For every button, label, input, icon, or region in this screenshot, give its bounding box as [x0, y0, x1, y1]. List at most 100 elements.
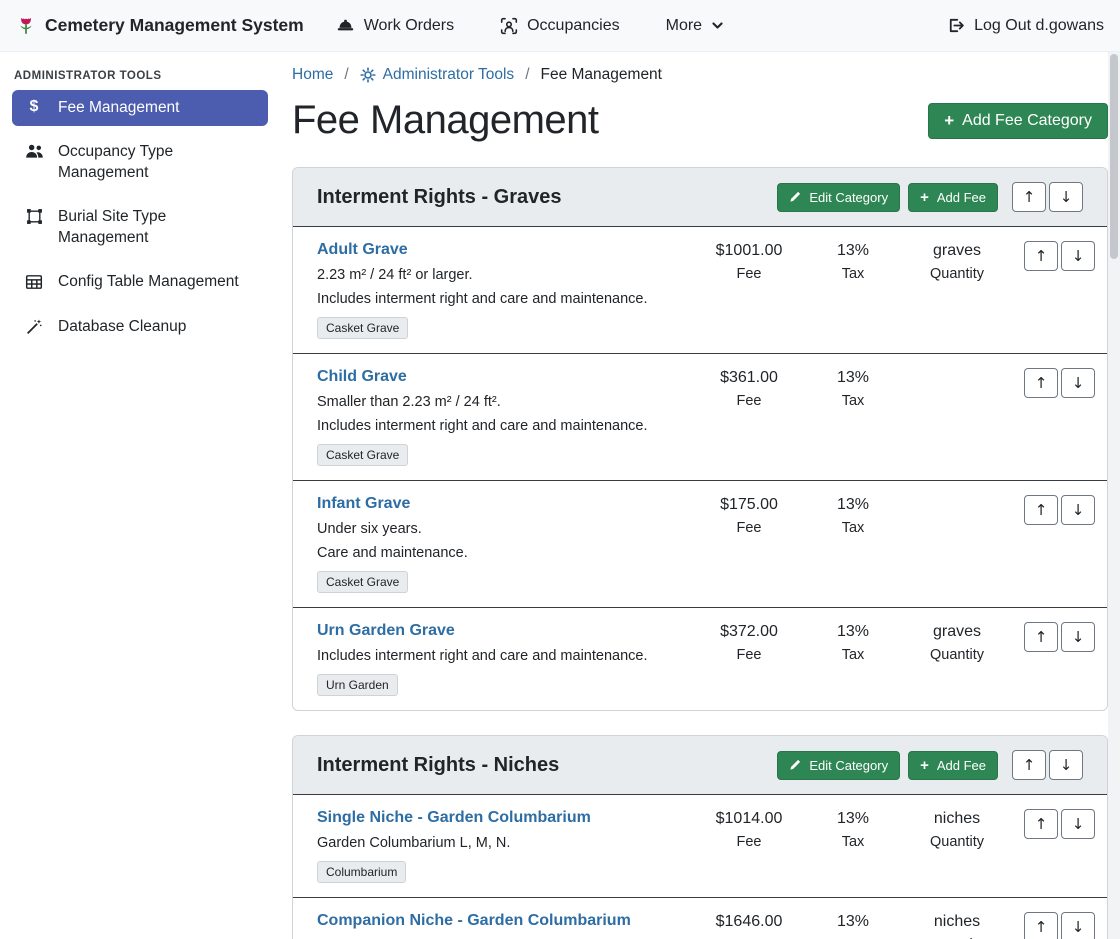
breadcrumb-admin-tools[interactable]: Administrator Tools: [360, 66, 515, 84]
sidebar-item-label: Burial Site Type Management: [58, 207, 258, 248]
nav-more[interactable]: More: [666, 17, 724, 35]
brand-link[interactable]: Cemetery Management System: [16, 15, 304, 37]
fee-name-link[interactable]: Companion Niche - Garden Columbarium: [317, 912, 631, 930]
fee-description: Care and maintenance.: [317, 545, 697, 561]
sidebar-item-fee-management[interactable]: $ Fee Management: [12, 90, 268, 126]
fee-type-badge: Casket Grave: [317, 571, 408, 593]
fee-description: Includes interment right and care and ma…: [317, 291, 697, 307]
fee-reorder-controls: ↑ ↓: [1015, 912, 1095, 939]
fee-move-down-button[interactable]: ↓: [1061, 241, 1095, 271]
fee-move-down-button[interactable]: ↓: [1061, 622, 1095, 652]
fee-name-link[interactable]: Single Niche - Garden Columbarium: [317, 809, 591, 827]
add-fee-category-button[interactable]: + Add Fee Category: [928, 103, 1108, 139]
add-fee-button[interactable]: + Add Fee: [908, 751, 998, 780]
tax-value: 13%: [801, 242, 905, 260]
fee-reorder-controls: ↑ ↓: [1015, 368, 1095, 398]
fee-move-up-button[interactable]: ↑: [1024, 622, 1058, 652]
logout-icon: [946, 16, 965, 35]
pencil-icon: [789, 759, 801, 771]
arrow-up-icon: ↑: [1035, 374, 1048, 392]
main-nav: Work Orders Occupancies More: [336, 16, 724, 35]
fee-move-up-button[interactable]: ↑: [1024, 809, 1058, 839]
pencil-icon: [789, 191, 801, 203]
fee-move-down-button[interactable]: ↓: [1061, 495, 1095, 525]
fee-type-badge: Columbarium: [317, 861, 406, 883]
fee-info: Urn Garden Grave Includes interment righ…: [305, 622, 697, 696]
plus-icon: +: [920, 758, 929, 773]
fee-move-down-button[interactable]: ↓: [1061, 368, 1095, 398]
vertical-scrollbar[interactable]: [1108, 52, 1120, 939]
quantity-col: niches Quantity: [905, 809, 1009, 850]
fee-move-up-button[interactable]: ↑: [1024, 241, 1058, 271]
page-title: Fee Management: [292, 98, 599, 143]
fee-move-down-button[interactable]: ↓: [1061, 809, 1095, 839]
fee-name-link[interactable]: Child Grave: [317, 368, 407, 386]
sidebar-item-occupancy-type[interactable]: Occupancy Type Management: [12, 134, 268, 191]
category-move-up-button[interactable]: ↑: [1012, 182, 1046, 212]
quantity-value: niches: [905, 810, 1009, 828]
page-layout: ADMINISTRATOR TOOLS $ Fee Management Occ…: [0, 52, 1120, 939]
tax-col: 13% Tax: [801, 809, 905, 850]
fee-category-card-niches: Interment Rights - Niches Edit Category …: [292, 735, 1108, 939]
sidebar-item-burial-site-type[interactable]: Burial Site Type Management: [12, 199, 268, 256]
category-header: Interment Rights - Graves Edit Category …: [293, 168, 1107, 227]
tax-value: 13%: [801, 369, 905, 387]
arrow-up-icon: ↑: [1035, 247, 1048, 265]
fee-amount-col: $372.00 Fee: [697, 622, 801, 663]
bounding-box-icon: [24, 208, 44, 225]
fee-move-up-button[interactable]: ↑: [1024, 495, 1058, 525]
fee-amount-label: Fee: [697, 393, 801, 409]
tax-value: 13%: [801, 496, 905, 514]
sidebar-item-database-cleanup[interactable]: Database Cleanup: [12, 309, 268, 345]
fee-row: Child Grave Smaller than 2.23 m² / 24 ft…: [293, 353, 1107, 480]
category-move-down-button[interactable]: ↓: [1049, 182, 1083, 212]
edit-category-button[interactable]: Edit Category: [777, 183, 900, 212]
tax-col: 13% Tax: [801, 495, 905, 536]
scrollbar-thumb[interactable]: [1110, 54, 1118, 259]
logout-link[interactable]: Log Out d.gowans: [946, 16, 1104, 35]
quantity-label: Quantity: [905, 266, 1009, 282]
quantity-value: niches: [905, 913, 1009, 931]
fee-move-up-button[interactable]: ↑: [1024, 368, 1058, 398]
quantity-label: Quantity: [905, 647, 1009, 663]
fee-description: Includes interment right and care and ma…: [317, 418, 697, 434]
plus-icon: +: [944, 112, 954, 129]
category-move-down-button[interactable]: ↓: [1049, 750, 1083, 780]
fee-amount-col: $361.00 Fee: [697, 368, 801, 409]
tax-col: 13% Tax: [801, 912, 905, 939]
sidebar-item-config-table[interactable]: Config Table Management: [12, 264, 268, 300]
edit-category-label: Edit Category: [809, 190, 888, 205]
fee-reorder-controls: ↑ ↓: [1015, 809, 1095, 839]
sidebar-item-label: Database Cleanup: [58, 317, 186, 337]
nav-work-orders[interactable]: Work Orders: [336, 16, 454, 35]
tax-col: 13% Tax: [801, 622, 905, 663]
fee-info: Single Niche - Garden Columbarium Garden…: [305, 809, 697, 883]
category-title: Interment Rights - Graves: [317, 186, 562, 209]
fee-amount: $1001.00: [697, 242, 801, 260]
nav-more-label: More: [666, 17, 702, 35]
category-title: Interment Rights - Niches: [317, 754, 559, 777]
arrow-up-icon: ↑: [1023, 188, 1036, 206]
arrow-up-icon: ↑: [1035, 918, 1048, 936]
fee-type-badge: Casket Grave: [317, 444, 408, 466]
add-fee-button[interactable]: + Add Fee: [908, 183, 998, 212]
tax-col: 13% Tax: [801, 241, 905, 282]
fee-move-down-button[interactable]: ↓: [1061, 912, 1095, 939]
quantity-value: graves: [905, 242, 1009, 260]
fee-name-link[interactable]: Urn Garden Grave: [317, 622, 455, 640]
fee-name-link[interactable]: Infant Grave: [317, 495, 410, 513]
sidebar-item-label: Config Table Management: [58, 272, 239, 292]
tax-label: Tax: [801, 266, 905, 282]
fee-name-link[interactable]: Adult Grave: [317, 241, 408, 259]
sidebar-heading: ADMINISTRATOR TOOLS: [0, 62, 280, 88]
fee-info: Companion Niche - Garden Columbarium Gar…: [305, 912, 697, 939]
tax-value: 13%: [801, 810, 905, 828]
edit-category-button[interactable]: Edit Category: [777, 751, 900, 780]
category-move-up-button[interactable]: ↑: [1012, 750, 1046, 780]
nav-occupancies[interactable]: Occupancies: [500, 17, 620, 35]
fee-move-up-button[interactable]: ↑: [1024, 912, 1058, 939]
breadcrumb-home[interactable]: Home: [292, 66, 333, 84]
sidebar-item-label: Fee Management: [58, 98, 180, 118]
fee-type-badge: Casket Grave: [317, 317, 408, 339]
top-navbar: Cemetery Management System Work Orders: [0, 0, 1120, 52]
